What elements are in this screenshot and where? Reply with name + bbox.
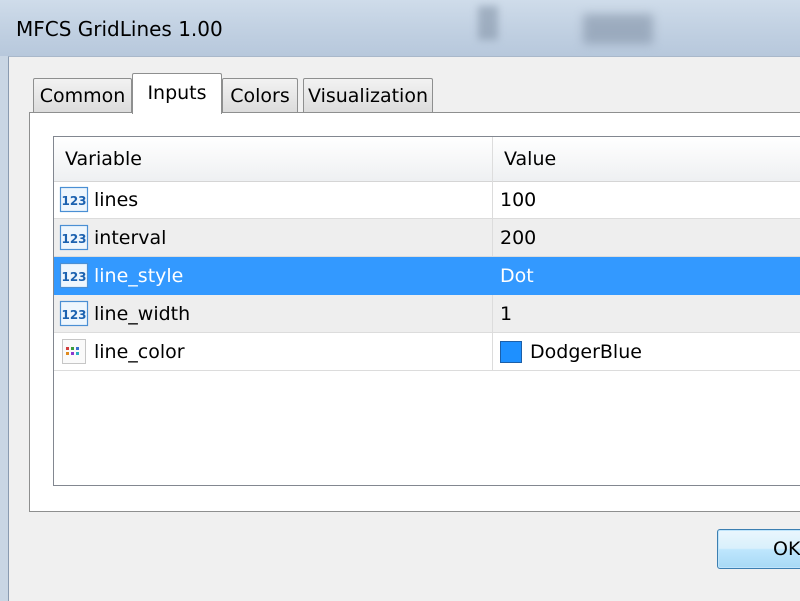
- tab-colors[interactable]: Colors: [222, 78, 298, 112]
- numeric-123-icon: 123: [59, 224, 89, 251]
- cell-divider: [492, 295, 493, 333]
- background-blur: [583, 14, 653, 44]
- numeric-123-icon: 123: [59, 186, 89, 213]
- list-header: Variable Value: [54, 137, 800, 182]
- table-row[interactable]: 123 lines 100: [54, 181, 800, 219]
- table-row[interactable]: line_color DodgerBlue: [54, 333, 800, 371]
- cell-divider: [492, 257, 493, 295]
- table-row[interactable]: 123 line_width 1: [54, 295, 800, 333]
- tab-common[interactable]: Common: [33, 78, 132, 112]
- svg-text:123: 123: [61, 308, 86, 322]
- variable-value[interactable]: Dot: [500, 257, 534, 295]
- variable-name: line_style: [94, 265, 184, 287]
- variable-value[interactable]: 1: [500, 295, 512, 333]
- svg-text:123: 123: [61, 232, 86, 246]
- table-row[interactable]: 123 interval 200: [54, 219, 800, 257]
- color-palette-icon: [62, 339, 86, 364]
- cell-divider: [492, 333, 493, 371]
- table-row-selected[interactable]: 123 line_style Dot: [54, 257, 800, 295]
- variable-name: interval: [94, 227, 167, 249]
- variable-value[interactable]: DodgerBlue: [530, 333, 642, 371]
- column-header-value[interactable]: Value: [493, 137, 800, 181]
- ok-button[interactable]: OK: [717, 529, 800, 569]
- tab-visualization[interactable]: Visualization: [303, 78, 433, 112]
- cell-divider: [492, 219, 493, 257]
- cell-divider: [492, 181, 493, 219]
- variable-value[interactable]: 100: [500, 181, 536, 219]
- svg-text:123: 123: [61, 194, 86, 208]
- background-blur: [478, 6, 498, 40]
- variable-value[interactable]: 200: [500, 219, 536, 257]
- svg-text:123: 123: [61, 270, 86, 284]
- title-bar[interactable]: MFCS GridLines 1.00: [0, 0, 800, 56]
- inputs-tab-page: Variable Value 123 lines 100 123 interva…: [29, 112, 800, 512]
- tab-inputs[interactable]: Inputs: [132, 73, 222, 114]
- variable-name: lines: [94, 189, 139, 211]
- numeric-123-icon: 123: [59, 262, 89, 289]
- color-swatch[interactable]: [500, 341, 522, 363]
- column-header-variable[interactable]: Variable: [54, 137, 492, 181]
- numeric-123-icon: 123: [59, 300, 89, 327]
- inputs-list[interactable]: Variable Value 123 lines 100 123 interva…: [53, 136, 800, 486]
- dialog-body: Common Inputs Colors Visualization Varia…: [8, 56, 800, 601]
- variable-name: line_width: [94, 303, 191, 325]
- window-title: MFCS GridLines 1.00: [16, 17, 223, 41]
- variable-name: line_color: [94, 341, 185, 363]
